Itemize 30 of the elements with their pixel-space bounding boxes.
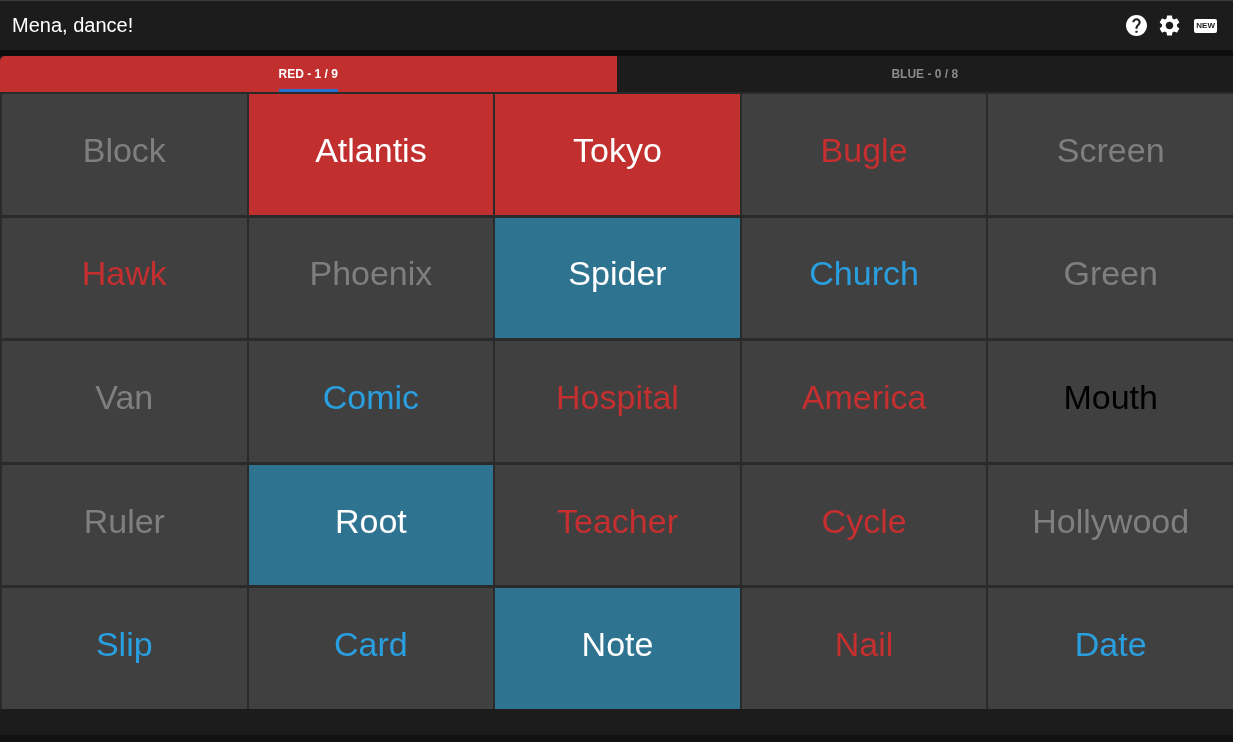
word-card[interactable]: Mouth xyxy=(988,341,1233,462)
word-card[interactable]: Van xyxy=(2,341,247,462)
word-card[interactable]: Root xyxy=(248,464,494,586)
word-card[interactable]: Block xyxy=(2,94,247,215)
help-icon[interactable] xyxy=(1126,15,1148,36)
word-card[interactable]: America xyxy=(741,341,987,462)
new-badge[interactable]: NEW xyxy=(1194,18,1217,33)
word-card[interactable]: Nail xyxy=(741,588,987,709)
word-card[interactable]: Hollywood xyxy=(988,464,1233,586)
word-card[interactable]: Spider xyxy=(495,217,740,339)
word-card[interactable]: Phoenix xyxy=(248,217,494,339)
word-card[interactable]: Comic xyxy=(248,341,494,462)
word-card[interactable]: Green xyxy=(988,217,1233,339)
word-card[interactable]: Teacher xyxy=(495,464,740,586)
word-card[interactable]: Hawk xyxy=(2,217,247,339)
word-card[interactable]: Hospital xyxy=(495,341,740,462)
word-card[interactable]: Cycle xyxy=(741,464,987,586)
word-card[interactable]: Date xyxy=(988,588,1233,709)
word-card[interactable]: Tokyo xyxy=(495,94,740,215)
settings-icon[interactable] xyxy=(1159,15,1181,36)
word-card[interactable]: Ruler xyxy=(2,464,247,586)
word-card[interactable]: Atlantis xyxy=(248,94,494,215)
word-card[interactable]: Screen xyxy=(988,94,1233,215)
app-title: Mena, dance! xyxy=(12,14,134,37)
word-card[interactable]: Card xyxy=(248,588,494,709)
word-card[interactable]: Church xyxy=(741,217,987,339)
word-card[interactable]: Slip xyxy=(2,588,247,709)
word-card[interactable]: Bugle xyxy=(741,94,987,215)
word-card[interactable]: Note xyxy=(495,588,740,709)
team-tab[interactable]: RED - 1 / 9 xyxy=(0,56,617,92)
